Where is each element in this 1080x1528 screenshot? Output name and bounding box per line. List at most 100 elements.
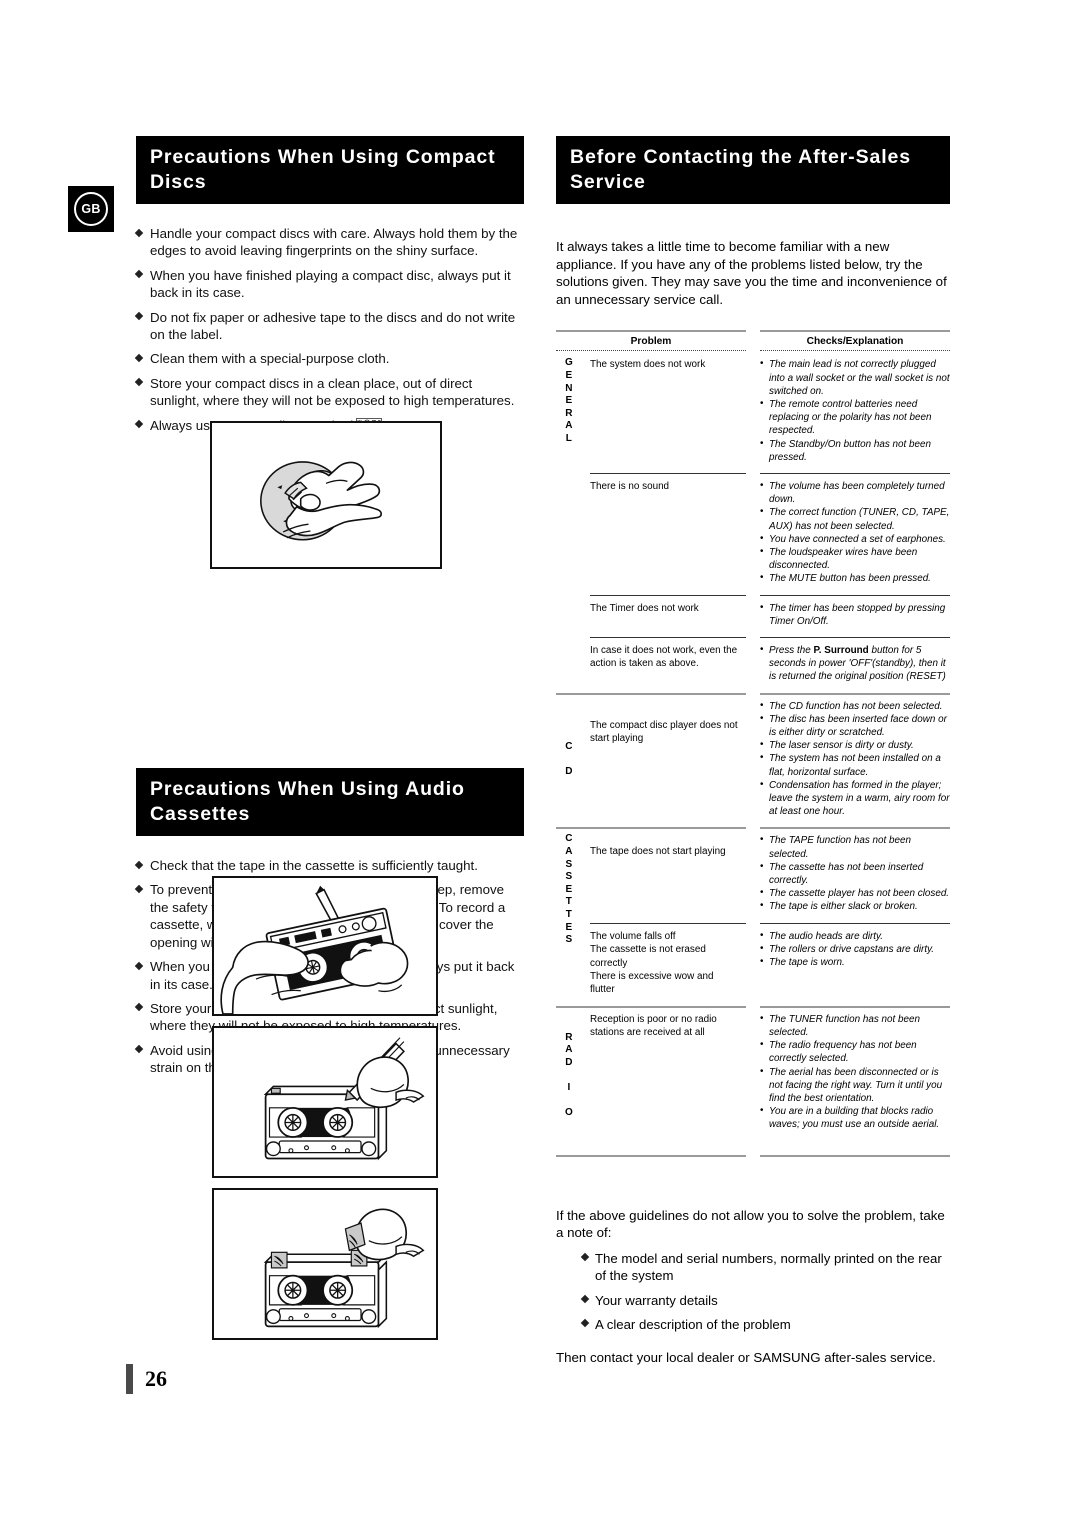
check-item: The remote control batteries need replac… — [760, 397, 950, 438]
list-item-text: Your warranty details — [595, 1292, 718, 1308]
cell-checks: The CD function has not been selected. T… — [760, 693, 950, 828]
diamond-bullet-icon — [134, 311, 144, 321]
check-item: The MUTE button has been pressed. — [760, 571, 950, 585]
cassette-break-tab-drawing — [214, 1028, 436, 1176]
table-row: The Timer does not work The timer has be… — [556, 595, 950, 637]
list-item: Do not fix paper or adhesive tape to the… — [134, 309, 524, 344]
illustration-cassette-tape-over-tab — [212, 1188, 438, 1340]
list-item-text: Clean them with a special-purpose cloth. — [150, 351, 390, 367]
diamond-bullet-icon — [134, 378, 144, 387]
diamond-bullet-icon — [134, 228, 144, 237]
check-item: The cassette has not been inserted corre… — [760, 860, 950, 887]
check-item: The volume has been completely turned do… — [760, 479, 950, 506]
cell-problem: Reception is poor or no radio stations a… — [590, 1013, 717, 1039]
check-item: You have connected a set of earphones. — [760, 532, 950, 546]
diamond-bullet-icon — [134, 961, 144, 970]
list-item-text: Check that the tape in the cassette is s… — [150, 858, 478, 874]
cell-checks: Press the P. Surround button for 5 secon… — [760, 637, 950, 693]
check-item: The correct function (TUNER, CD, TAPE, A… — [760, 505, 950, 532]
cell-checks: The TAPE function has not been selected.… — [760, 827, 950, 922]
list-item: Check that the tape in the cassette is s… — [134, 857, 524, 874]
check-item: The system has not been installed on a f… — [760, 751, 950, 778]
cell-problem: The system does not work — [590, 359, 706, 371]
diamond-bullet-icon — [580, 1319, 590, 1328]
cassette-tape-over-tab-drawing — [214, 1190, 436, 1338]
diamond-bullet-icon — [580, 1252, 590, 1262]
list-item: Handle your compact discs with care. Alw… — [134, 225, 524, 260]
cell-problem: In case it does not work, even the actio… — [590, 645, 738, 670]
check-item-prefix: Press the — [769, 645, 814, 657]
troubleshooting-table: Problem Checks/Explanation GENERAL The s… — [556, 330, 950, 1157]
illustration-cassette-tighten — [212, 876, 438, 1016]
table-header-row: Problem Checks/Explanation — [556, 330, 950, 352]
cell-problem-line: The cassette is not erased correctly — [590, 944, 706, 969]
check-item: The loudspeaker wires have been disconne… — [760, 545, 950, 572]
table-header-checks: Checks/Explanation — [760, 330, 950, 352]
section-heading-after-sales: Before Contacting the After-Sales Servic… — [556, 136, 950, 204]
table-group-general: GENERAL The system does not work The mai… — [556, 351, 950, 695]
cell-problem: The compact disc player does not start p… — [590, 719, 738, 745]
diamond-bullet-icon — [134, 419, 144, 429]
closing-items-list: The model and serial numbers, normally p… — [580, 1250, 950, 1334]
check-item: The TAPE function has not been selected. — [760, 833, 950, 860]
diamond-bullet-icon — [134, 1044, 144, 1054]
cell-problem: The volume falls off The cassette is not… — [556, 923, 746, 1006]
cell-problem: There is no sound — [590, 481, 670, 492]
list-item-text: Store your compact discs in a clean plac… — [150, 375, 515, 409]
list-item-text: When you have finished playing a compact… — [150, 267, 511, 301]
table-header-checks-label: Checks/Explanation — [806, 336, 904, 348]
document-page: GB Precautions When Using Compact Discs … — [0, 0, 1080, 1528]
check-item-bold: P. Surround — [813, 645, 869, 657]
diamond-bullet-icon — [134, 884, 144, 894]
page-number: 26 — [145, 1366, 167, 1391]
table-row: In case it does not work, even the actio… — [556, 637, 950, 693]
language-badge-gb: GB — [68, 186, 114, 232]
illustration-cd-cleaning — [210, 421, 442, 569]
list-item-text: The model and serial numbers, normally p… — [595, 1250, 942, 1284]
cell-checks: The volume has been completely turned do… — [760, 473, 950, 595]
diamond-bullet-icon — [134, 860, 144, 869]
cell-problem: The Timer does not work — [590, 602, 699, 614]
cell-problem: The tape does not start playing — [590, 846, 726, 858]
table-row: The compact disc player does not start p… — [556, 693, 950, 828]
diamond-bullet-icon — [134, 353, 144, 363]
section-heading-audio-cassettes: Precautions When Using Audio Cassettes — [136, 768, 524, 837]
illustration-cassette-break-tab — [212, 1026, 438, 1178]
list-item: Store your compact discs in a clean plac… — [134, 375, 524, 410]
list-item-text: Do not fix paper or adhesive tape to the… — [150, 309, 516, 343]
table-group-cd: CD The compact disc player does not star… — [556, 693, 950, 830]
list-item: When you have finished playing a compact… — [134, 267, 524, 302]
diamond-bullet-icon — [134, 270, 144, 279]
table-row: Reception is poor or no radio stations a… — [556, 1006, 950, 1141]
cd-cleaning-drawing — [213, 423, 439, 567]
check-item: The CD function has not been selected. — [760, 699, 950, 713]
check-item: The main lead is not correctly plugged i… — [760, 357, 950, 398]
check-item: The radio frequency has not been correct… — [760, 1038, 950, 1065]
diamond-bullet-icon — [134, 1003, 144, 1012]
language-badge-label: GB — [74, 192, 108, 226]
list-item: Clean them with a special-purpose cloth. — [134, 350, 524, 367]
cell-checks: The TUNER function has not been selected… — [760, 1006, 950, 1141]
check-item: Press the P. Surround button for 5 secon… — [760, 643, 950, 684]
check-item: You are in a building that blocks radio … — [760, 1104, 950, 1131]
diamond-bullet-icon — [580, 1294, 590, 1304]
right-column: Before Contacting the After-Sales Servic… — [556, 136, 950, 1367]
list-item: Your warranty details — [580, 1292, 950, 1309]
table-header-problem-label: Problem — [630, 336, 672, 348]
cell-checks: The main lead is not correctly plugged i… — [760, 351, 950, 473]
table-header-problem: Problem — [556, 330, 746, 352]
section-heading-compact-discs: Precautions When Using Compact Discs — [136, 136, 524, 204]
check-item: The tape is worn. — [760, 955, 950, 969]
table-group-cassettes: CASSETTES The tape does not start playin… — [556, 827, 950, 1008]
cell-checks: The timer has been stopped by pressing T… — [760, 595, 950, 637]
closing-tail: Then contact your local dealer or SAMSUN… — [556, 1350, 936, 1366]
list-item-text: A clear description of the problem — [595, 1316, 791, 1332]
check-item: The rollers or drive capstans are dirty. — [760, 942, 950, 956]
list-item: The model and serial numbers, normally p… — [580, 1250, 950, 1285]
table-row: The system does not work The main lead i… — [556, 351, 950, 473]
closing-intro: If the above guidelines do not allow you… — [556, 1207, 945, 1241]
table-row: The volume falls off The cassette is not… — [556, 923, 950, 1006]
page-number-block: 26 — [126, 1364, 167, 1394]
table-row: There is no sound The volume has been co… — [556, 473, 950, 595]
check-item: The disc has been inserted face down or … — [760, 712, 950, 739]
